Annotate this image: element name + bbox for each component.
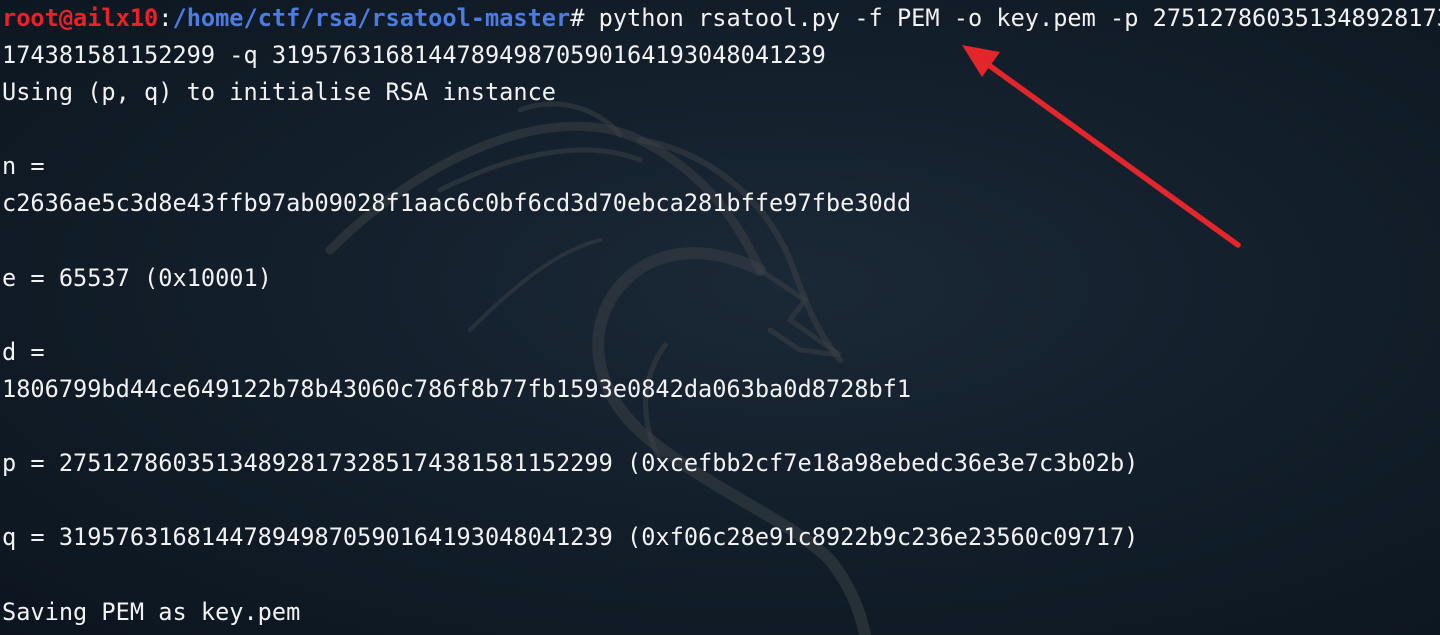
output-line-blank [2, 556, 1440, 593]
prompt-separator: : [158, 4, 173, 32]
output-line-p-value: p = 275127860351348928173285174381581152… [2, 449, 1139, 478]
prompt-user-host: root@ailx10 [2, 4, 159, 32]
output-line-d-value: 1806799bd44ce649122b78b43060c786f8b77fb1… [2, 374, 912, 403]
output-line-blank [2, 408, 1440, 445]
command-text: python rsatool.py -f PEM -o key.pem -p 2… [584, 4, 1440, 32]
output-line-n-value: c2636ae5c3d8e43ffb97ab09028f1aac6c0bf6cd… [2, 189, 912, 218]
terminal-output: root@ailx10:/home/ctf/rsa/rsatool-master… [2, 0, 1440, 631]
output-line-saving-message: Saving PEM as key.pem [2, 597, 301, 626]
output-line-n-label: n = [2, 152, 45, 181]
output-line-e-value: e = 65537 (0x10001) [2, 263, 272, 292]
output-line-q-value: q = 319576316814478949870590164193048041… [2, 523, 1139, 552]
output-line-blank [2, 223, 1440, 260]
output-line-blank [2, 297, 1440, 334]
output-line-init-message: Using (p, q) to initialise RSA instance [2, 78, 556, 107]
output-line-blank [2, 482, 1440, 519]
prompt-symbol: # [570, 4, 585, 32]
output-line-blank [2, 111, 1440, 148]
prompt-path: /home/ctf/rsa/rsatool-master [172, 4, 571, 32]
prompt-line: root@ailx10:/home/ctf/rsa/rsatool-master… [2, 0, 1440, 37]
output-line-d-label: d = [2, 337, 45, 366]
terminal-window[interactable]: root@ailx10:/home/ctf/rsa/rsatool-master… [0, 0, 1440, 635]
output-line-command-continuation: 174381581152299 -q 319576316814478949870… [2, 41, 826, 70]
